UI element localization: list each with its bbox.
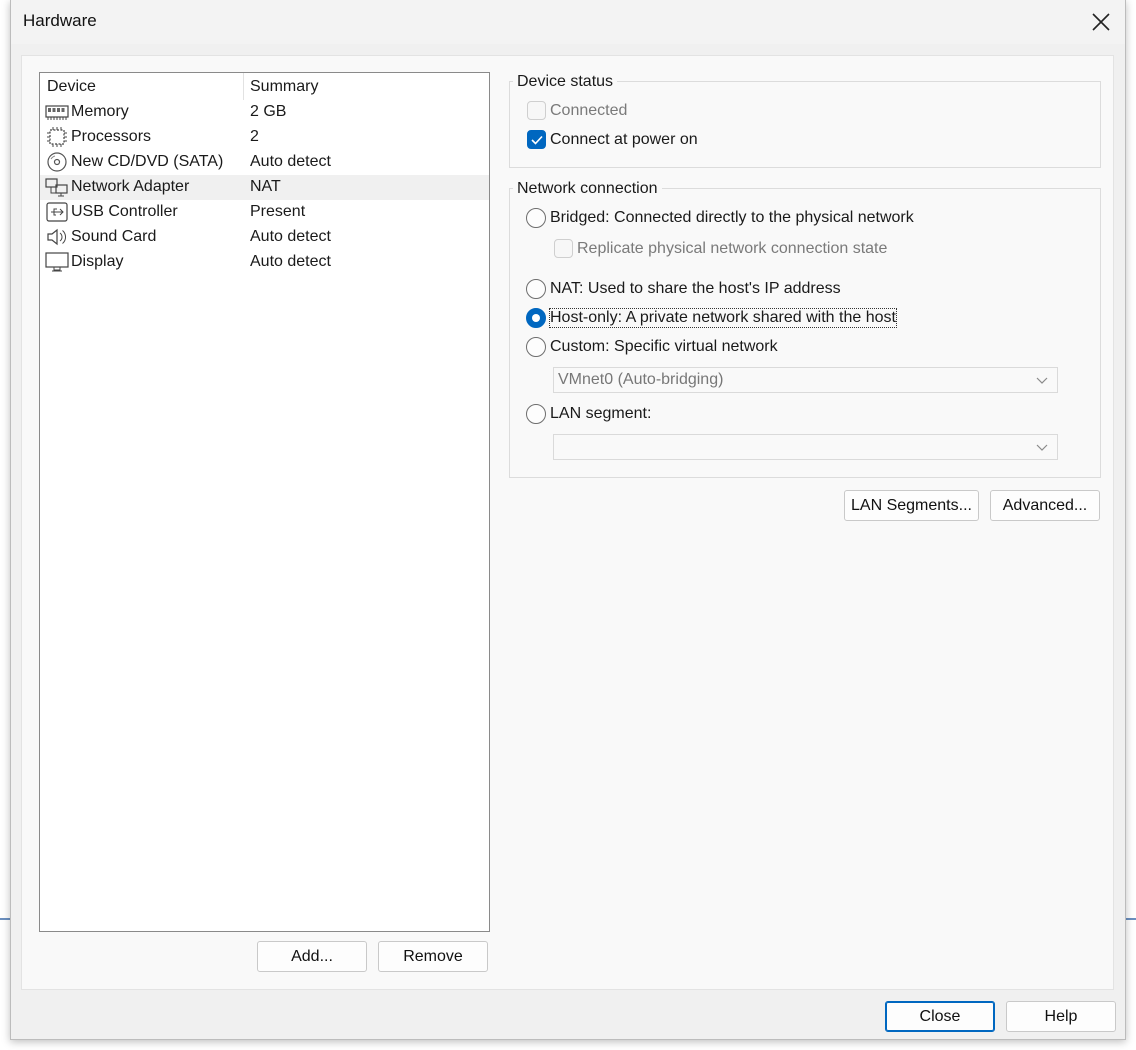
- connect-at-power-on-label: Connect at power on: [550, 131, 698, 148]
- processor-icon: [47, 127, 67, 147]
- connected-checkbox[interactable]: [527, 101, 546, 120]
- device-name: Display: [71, 253, 124, 270]
- custom-label: Custom: Specific virtual network: [550, 338, 778, 355]
- bridged-radio[interactable]: [526, 208, 546, 228]
- lan-segment-radio[interactable]: [526, 404, 546, 424]
- custom-radio[interactable]: [526, 337, 546, 357]
- device-list[interactable]: Device Summary Memory 2 GB Processors 2 …: [39, 72, 490, 932]
- custom-network-select[interactable]: VMnet0 (Auto-bridging): [553, 367, 1058, 393]
- device-name: Memory: [71, 103, 129, 120]
- usb-icon: [46, 202, 68, 222]
- device-name: Processors: [71, 128, 152, 145]
- device-summary: Auto detect: [250, 153, 331, 170]
- device-row-memory[interactable]: Memory 2 GB: [40, 100, 489, 125]
- replicate-state-label: Replicate physical network connection st…: [577, 240, 888, 257]
- remove-button[interactable]: Remove: [378, 941, 488, 972]
- device-list-header: Device Summary: [40, 73, 489, 100]
- chevron-down-icon: [1036, 377, 1048, 384]
- summary-column-header[interactable]: Summary: [250, 78, 318, 96]
- device-summary: 2 GB: [250, 103, 287, 120]
- custom-network-value: VMnet0 (Auto-bridging): [558, 371, 724, 388]
- nat-radio[interactable]: [526, 279, 546, 299]
- window-title: Hardware: [23, 11, 97, 30]
- dialog-content: Device Summary Memory 2 GB Processors 2 …: [21, 55, 1114, 990]
- device-row-processors[interactable]: Processors 2: [40, 125, 489, 150]
- device-row-cd-dvd[interactable]: New CD/DVD (SATA) Auto detect: [40, 150, 489, 175]
- lan-segment-select[interactable]: [553, 434, 1058, 460]
- device-row-network-adapter[interactable]: Network Adapter NAT: [40, 175, 489, 200]
- close-button[interactable]: Close: [885, 1001, 995, 1032]
- device-summary: Auto detect: [250, 228, 331, 245]
- column-separator[interactable]: [243, 73, 244, 100]
- checkmark-icon: [531, 135, 543, 145]
- device-row-usb-controller[interactable]: USB Controller Present: [40, 200, 489, 225]
- device-summary: Auto detect: [250, 253, 331, 270]
- close-icon: [1092, 13, 1110, 31]
- close-window-button[interactable]: [1089, 10, 1113, 34]
- device-name: USB Controller: [71, 203, 178, 220]
- hardware-dialog: Hardware Device Summary Memory 2 GB Proc…: [10, 0, 1126, 1040]
- nat-label: NAT: Used to share the host's IP address: [550, 280, 841, 297]
- device-summary: 2: [250, 128, 259, 145]
- device-name: New CD/DVD (SATA): [71, 153, 224, 170]
- device-row-display[interactable]: Display Auto detect: [40, 250, 489, 275]
- desktop-edge: [1126, 918, 1136, 920]
- device-name: Sound Card: [71, 228, 157, 245]
- network-connection-label: Network connection: [513, 180, 662, 198]
- cd-dvd-icon: [47, 152, 67, 172]
- device-column-header[interactable]: Device: [47, 78, 96, 96]
- lan-segments-button[interactable]: LAN Segments...: [844, 490, 979, 521]
- lan-segment-label: LAN segment:: [550, 405, 652, 422]
- host-only-radio[interactable]: [526, 308, 546, 328]
- chevron-down-icon: [1036, 444, 1048, 451]
- device-summary: Present: [250, 203, 306, 220]
- connect-at-power-on-checkbox[interactable]: [527, 130, 546, 149]
- bridged-label: Bridged: Connected directly to the physi…: [550, 209, 914, 226]
- device-status-label: Device status: [513, 73, 618, 91]
- device-summary: NAT: [250, 178, 281, 195]
- speaker-icon: [47, 228, 66, 246]
- advanced-button[interactable]: Advanced...: [990, 490, 1100, 521]
- host-only-label: Host-only: A private network shared with…: [549, 308, 897, 328]
- add-button[interactable]: Add...: [257, 941, 367, 972]
- monitor-icon: [45, 252, 69, 272]
- device-row-sound-card[interactable]: Sound Card Auto detect: [40, 225, 489, 250]
- network-adapter-icon: [45, 178, 68, 197]
- replicate-state-checkbox[interactable]: [554, 239, 573, 258]
- help-button[interactable]: Help: [1006, 1001, 1116, 1032]
- device-status-group: [509, 81, 1101, 168]
- memory-icon: [45, 105, 69, 120]
- title-bar: Hardware: [11, 0, 1125, 44]
- device-name: Network Adapter: [71, 178, 190, 195]
- connected-label: Connected: [550, 102, 628, 119]
